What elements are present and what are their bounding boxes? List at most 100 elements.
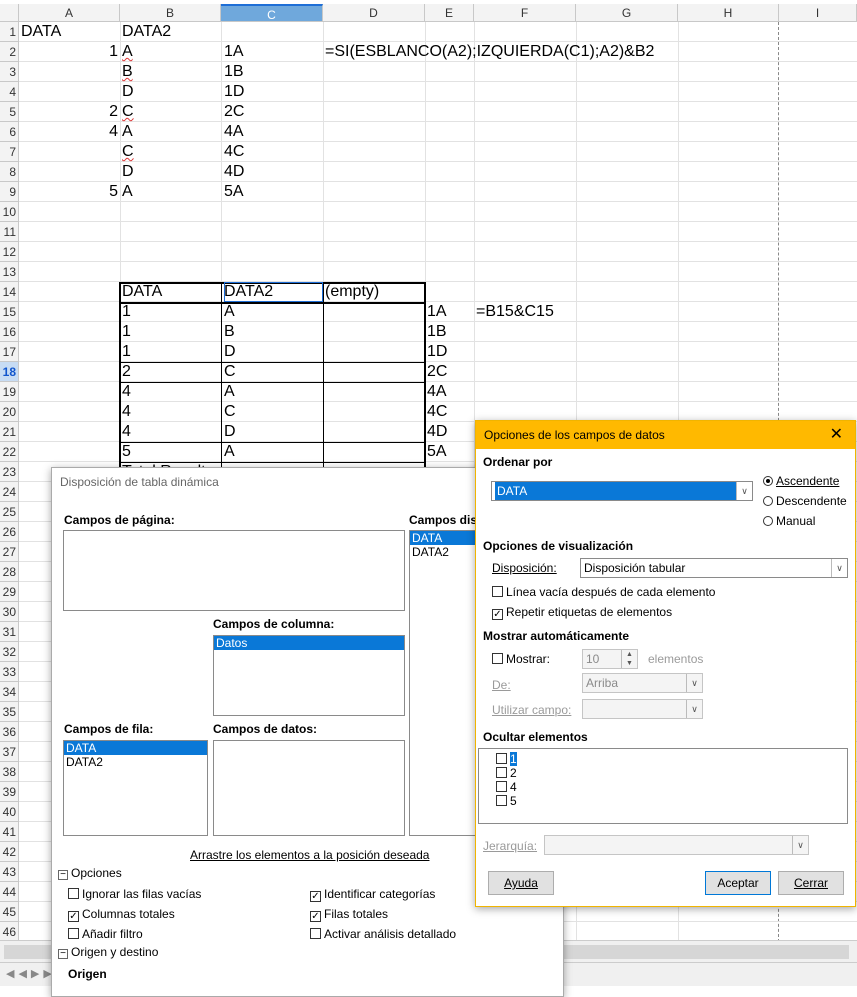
- cell-C8[interactable]: 4D: [224, 162, 244, 182]
- cell-C2[interactable]: 1A: [224, 42, 244, 62]
- row-header-35[interactable]: 35: [0, 702, 19, 722]
- column-header-B[interactable]: B: [120, 4, 221, 22]
- cell-B16[interactable]: 1: [122, 322, 131, 342]
- row-header-23[interactable]: 23: [0, 462, 19, 482]
- options-expander[interactable]: − Opciones: [58, 866, 122, 880]
- cell-E15[interactable]: 1A: [427, 302, 447, 322]
- show-checkbox[interactable]: Mostrar:: [492, 652, 550, 666]
- column-header-A[interactable]: A: [19, 4, 120, 22]
- row-header-4[interactable]: 4: [0, 82, 19, 102]
- row-header-29[interactable]: 29: [0, 582, 19, 602]
- cell-A5[interactable]: 2: [19, 102, 118, 122]
- sheet-nav-arrows-icon[interactable]: ◀◀▶▶: [6, 967, 56, 980]
- cell-C14[interactable]: DATA2: [224, 282, 323, 302]
- cell-B6[interactable]: A: [122, 122, 133, 142]
- row-header-22[interactable]: 22: [0, 442, 19, 462]
- cell-B3[interactable]: B: [122, 62, 133, 82]
- cell-B17[interactable]: 1: [122, 342, 131, 362]
- cell-B7[interactable]: C: [122, 142, 134, 162]
- add-filter-checkbox[interactable]: Añadir filtro: [68, 927, 143, 941]
- column-header-H[interactable]: H: [678, 4, 779, 22]
- row-header-20[interactable]: 20: [0, 402, 19, 422]
- corner-select-all[interactable]: [0, 4, 19, 22]
- cell-A1[interactable]: DATA: [21, 22, 61, 42]
- row-header-28[interactable]: 28: [0, 562, 19, 582]
- cell-C19[interactable]: A: [224, 382, 235, 402]
- descending-radio[interactable]: Descendente: [763, 494, 847, 508]
- close-icon[interactable]: ✕: [830, 421, 843, 449]
- row-header-42[interactable]: 42: [0, 842, 19, 862]
- column-field-item[interactable]: Datos: [214, 636, 404, 650]
- hide-item-5[interactable]: 5: [494, 794, 847, 808]
- row-header-41[interactable]: 41: [0, 822, 19, 842]
- cell-E20[interactable]: 4C: [427, 402, 447, 422]
- row-header-5[interactable]: 5: [0, 102, 19, 122]
- sort-field-select[interactable]: DATA ∨: [491, 481, 753, 501]
- cell-B2[interactable]: A: [122, 42, 133, 62]
- cell-B9[interactable]: A: [122, 182, 133, 202]
- ascending-radio[interactable]: Ascendente: [763, 474, 839, 488]
- column-header-E[interactable]: E: [425, 4, 474, 22]
- hierarchy-select[interactable]: ∨: [544, 835, 809, 855]
- cell-A2[interactable]: 1: [19, 42, 118, 62]
- cell-B1[interactable]: DATA2: [122, 22, 171, 42]
- cell-B5[interactable]: C: [122, 102, 134, 122]
- close-button[interactable]: Cerrar: [778, 871, 844, 895]
- row-header-21[interactable]: 21: [0, 422, 19, 442]
- row-header-31[interactable]: 31: [0, 622, 19, 642]
- cell-A9[interactable]: 5: [19, 182, 118, 202]
- row-header-36[interactable]: 36: [0, 722, 19, 742]
- repeat-labels-checkbox[interactable]: ✓ Repetir etiquetas de elementos: [492, 605, 672, 620]
- cell-D14[interactable]: (empty): [325, 282, 379, 302]
- cell-C6[interactable]: 4A: [224, 122, 244, 142]
- row-header-46[interactable]: 46: [0, 922, 19, 942]
- cell-E19[interactable]: 4A: [427, 382, 447, 402]
- row-header-19[interactable]: 19: [0, 382, 19, 402]
- cell-C5[interactable]: 2C: [224, 102, 244, 122]
- row-header-17[interactable]: 17: [0, 342, 19, 362]
- cell-C16[interactable]: B: [224, 322, 235, 342]
- cell-F15[interactable]: =B15&C15: [476, 302, 554, 322]
- cell-C9[interactable]: 5A: [224, 182, 244, 202]
- cell-E17[interactable]: 1D: [427, 342, 447, 362]
- row-header-2[interactable]: 2: [0, 42, 19, 62]
- data-fields-list[interactable]: [213, 740, 405, 836]
- column-header-G[interactable]: G: [576, 4, 678, 22]
- column-header-F[interactable]: F: [474, 4, 576, 22]
- row-header-15[interactable]: 15: [0, 302, 19, 322]
- row-header-45[interactable]: 45: [0, 902, 19, 922]
- source-dest-expander[interactable]: − Origen y destino: [58, 945, 158, 959]
- cell-B20[interactable]: 4: [122, 402, 131, 422]
- total-rows-checkbox[interactable]: ✓ Filas totales: [310, 907, 388, 922]
- cell-B18[interactable]: 2: [122, 362, 131, 382]
- row-field-item[interactable]: DATA2: [64, 755, 207, 769]
- row-header-26[interactable]: 26: [0, 522, 19, 542]
- row-header-30[interactable]: 30: [0, 602, 19, 622]
- row-header-18[interactable]: 18: [0, 362, 19, 382]
- column-fields-list[interactable]: Datos: [213, 635, 405, 716]
- row-header-1[interactable]: 1: [0, 22, 19, 42]
- empty-line-checkbox[interactable]: Línea vacía después de cada elemento: [492, 585, 715, 599]
- row-header-40[interactable]: 40: [0, 802, 19, 822]
- row-header-44[interactable]: 44: [0, 882, 19, 902]
- cell-C17[interactable]: D: [224, 342, 236, 362]
- row-header-3[interactable]: 3: [0, 62, 19, 82]
- cell-B8[interactable]: D: [122, 162, 134, 182]
- from-select[interactable]: Arriba ∨: [582, 673, 703, 693]
- total-columns-checkbox[interactable]: ✓ Columnas totales: [68, 907, 175, 922]
- cell-C7[interactable]: 4C: [224, 142, 244, 162]
- use-field-select[interactable]: ∨: [582, 699, 703, 719]
- row-header-10[interactable]: 10: [0, 202, 19, 222]
- cell-E22[interactable]: 5A: [427, 442, 447, 462]
- cell-C18[interactable]: C: [224, 362, 236, 382]
- cell-B4[interactable]: D: [122, 82, 134, 102]
- cell-C15[interactable]: A: [224, 302, 235, 322]
- cell-C22[interactable]: A: [224, 442, 235, 462]
- row-header-37[interactable]: 37: [0, 742, 19, 762]
- hide-item-1[interactable]: 1: [494, 752, 847, 766]
- row-fields-list[interactable]: DATA DATA2: [63, 740, 208, 836]
- cell-B19[interactable]: 4: [122, 382, 131, 402]
- row-header-39[interactable]: 39: [0, 782, 19, 802]
- ignore-empty-checkbox[interactable]: Ignorar las filas vacías: [68, 887, 201, 901]
- cell-E18[interactable]: 2C: [427, 362, 447, 382]
